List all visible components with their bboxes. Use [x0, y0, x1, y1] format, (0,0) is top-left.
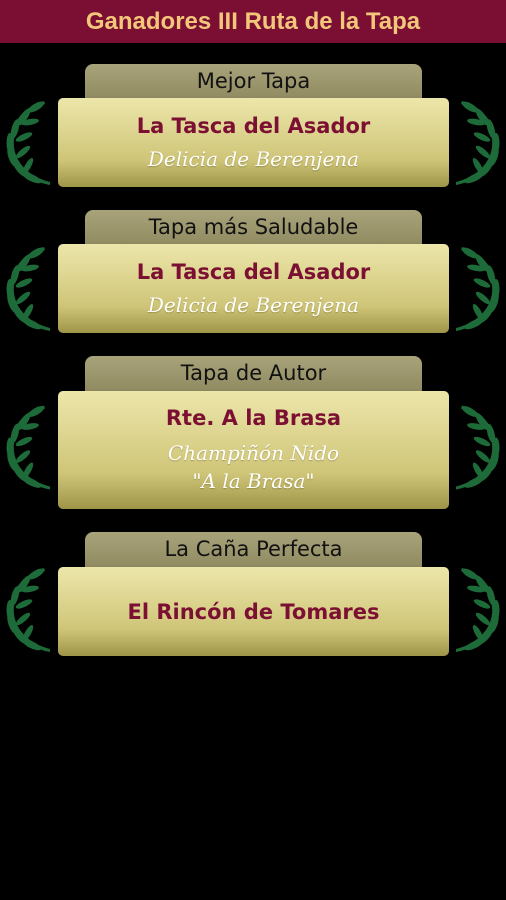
award-winner-card[interactable]: Rte. A la Brasa Champiñón Nido "A la Bra… — [58, 391, 449, 509]
winner-dish: Delicia de Berenjena — [147, 292, 360, 317]
winner-venue: La Tasca del Asador — [136, 259, 371, 284]
award-category-tab: La Caña Perfecta — [85, 532, 422, 568]
award-category-tab: Mejor Tapa — [85, 64, 422, 100]
laurel-right-icon — [456, 405, 500, 490]
award-winner-card[interactable]: La Tasca del Asador Delicia de Berenjena — [58, 98, 449, 187]
award-winner-card[interactable]: El Rincón de Tomares — [58, 567, 449, 656]
award-category-label: Mejor Tapa — [196, 69, 311, 93]
laurel-right-icon — [456, 247, 500, 331]
winner-dish: Champiñón Nido "A la Brasa" — [167, 441, 340, 493]
laurel-left-icon — [6, 568, 50, 652]
laurel-right-icon — [456, 101, 500, 185]
award-perfect-cana: La Caña Perfecta El Rincón de Tomares — [0, 532, 506, 657]
award-best-tapa: Mejor Tapa La Tasca del Asador Delicia d… — [0, 64, 506, 189]
award-category-label: La Caña Perfecta — [164, 537, 343, 561]
winner-dish: Delicia de Berenjena — [147, 146, 360, 171]
laurel-right-icon — [456, 568, 500, 652]
award-category-label: Tapa de Autor — [180, 361, 327, 385]
laurel-left-icon — [6, 101, 50, 185]
winner-venue: La Tasca del Asador — [136, 113, 371, 138]
award-healthiest-tapa: Tapa más Saludable La Tasca del Asador D… — [0, 210, 506, 335]
app-header: Ganadores III Ruta de la Tapa — [0, 0, 506, 43]
award-author-tapa: Tapa de Autor Rte. A la Brasa Champiñón … — [0, 356, 506, 511]
award-category-tab: Tapa de Autor — [85, 356, 422, 392]
laurel-left-icon — [6, 247, 50, 331]
laurel-left-icon — [6, 405, 50, 490]
winner-venue: El Rincón de Tomares — [127, 599, 380, 624]
award-category-tab: Tapa más Saludable — [85, 210, 422, 246]
award-category-label: Tapa más Saludable — [148, 215, 359, 239]
winner-venue: Rte. A la Brasa — [165, 406, 342, 430]
page-title: Ganadores III Ruta de la Tapa — [85, 7, 421, 35]
award-winner-card[interactable]: La Tasca del Asador Delicia de Berenjena — [58, 244, 449, 333]
